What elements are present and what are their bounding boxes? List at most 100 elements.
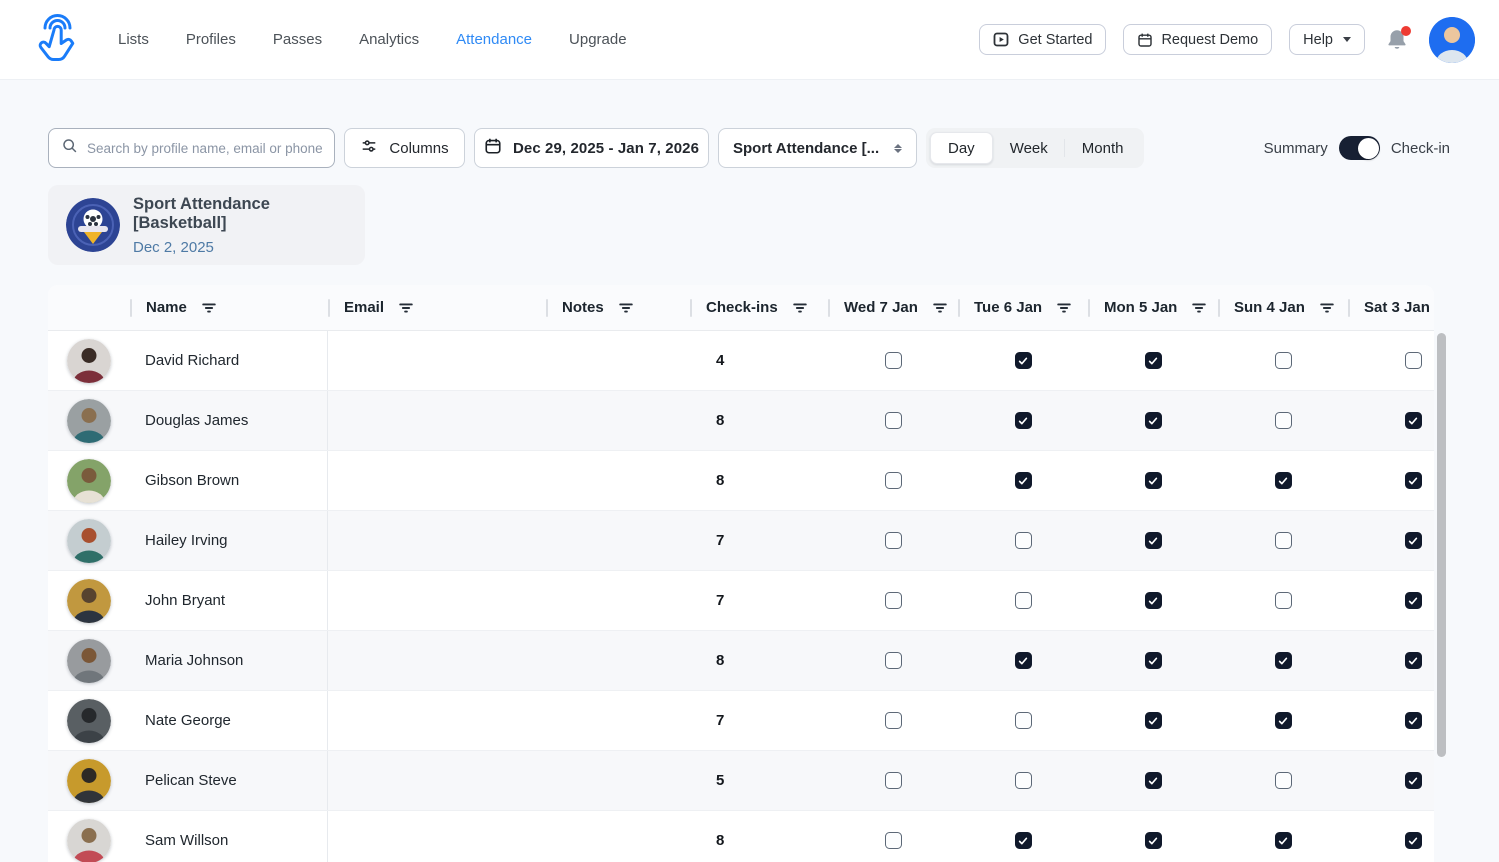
column-header-name[interactable]: Name bbox=[130, 285, 328, 330]
attendance-checkbox-sat-3-jan[interactable] bbox=[1405, 712, 1422, 729]
attendance-checkbox-mon-5-jan[interactable] bbox=[1145, 532, 1162, 549]
nav-item-profiles[interactable]: Profiles bbox=[186, 31, 236, 48]
attendance-checkbox-sat-3-jan[interactable] bbox=[1405, 532, 1422, 549]
attendance-checkbox-sat-3-jan[interactable] bbox=[1405, 832, 1422, 849]
attendance-checkbox-sun-4-jan[interactable] bbox=[1275, 352, 1292, 369]
attendance-checkbox-wed-7-jan[interactable] bbox=[885, 772, 902, 789]
filter-icon[interactable] bbox=[932, 301, 948, 315]
attendance-checkbox-tue-6-jan[interactable] bbox=[1015, 352, 1032, 369]
attendance-checkbox-sat-3-jan[interactable] bbox=[1405, 472, 1422, 489]
attendance-checkbox-sun-4-jan[interactable] bbox=[1275, 712, 1292, 729]
attendance-checkbox-mon-5-jan[interactable] bbox=[1145, 772, 1162, 789]
filter-icon[interactable] bbox=[618, 301, 634, 315]
help-button[interactable]: Help bbox=[1289, 24, 1365, 55]
profile-avatar[interactable] bbox=[67, 699, 111, 743]
attendance-checkbox-tue-6-jan[interactable] bbox=[1015, 532, 1032, 549]
nav-item-upgrade[interactable]: Upgrade bbox=[569, 31, 627, 48]
search-input[interactable] bbox=[87, 141, 322, 156]
attendance-checkbox-tue-6-jan[interactable] bbox=[1015, 712, 1032, 729]
attendance-checkbox-wed-7-jan[interactable] bbox=[885, 652, 902, 669]
attendance-checkbox-tue-6-jan[interactable] bbox=[1015, 412, 1032, 429]
attendance-checkbox-sun-4-jan[interactable] bbox=[1275, 592, 1292, 609]
profile-name[interactable]: Pelican Steve bbox=[130, 751, 328, 810]
attendance-checkbox-tue-6-jan[interactable] bbox=[1015, 652, 1032, 669]
profile-name[interactable]: Nate George bbox=[130, 691, 328, 750]
event-select[interactable]: Sport Attendance [... bbox=[718, 128, 917, 168]
profile-avatar[interactable] bbox=[67, 399, 111, 443]
summary-checkin-switch[interactable] bbox=[1339, 136, 1380, 160]
profile-name[interactable]: Gibson Brown bbox=[130, 451, 328, 510]
user-avatar[interactable] bbox=[1429, 17, 1475, 63]
filter-icon[interactable] bbox=[1191, 301, 1207, 315]
profile-name[interactable]: Douglas James bbox=[130, 391, 328, 450]
filter-icon[interactable] bbox=[398, 301, 414, 315]
columns-button[interactable]: Columns bbox=[344, 128, 465, 168]
attendance-checkbox-mon-5-jan[interactable] bbox=[1145, 592, 1162, 609]
profile-name[interactable]: David Richard bbox=[130, 331, 328, 390]
attendance-checkbox-sun-4-jan[interactable] bbox=[1275, 652, 1292, 669]
attendance-checkbox-sun-4-jan[interactable] bbox=[1275, 772, 1292, 789]
filter-icon[interactable] bbox=[792, 301, 808, 315]
attendance-checkbox-tue-6-jan[interactable] bbox=[1015, 832, 1032, 849]
view-option-day[interactable]: Day bbox=[930, 132, 993, 164]
filter-icon[interactable] bbox=[201, 301, 217, 315]
profile-avatar[interactable] bbox=[67, 519, 111, 563]
attendance-checkbox-wed-7-jan[interactable] bbox=[885, 352, 902, 369]
attendance-checkbox-mon-5-jan[interactable] bbox=[1145, 832, 1162, 849]
nav-item-passes[interactable]: Passes bbox=[273, 31, 322, 48]
column-header-sat-3-jan[interactable]: Sat 3 Jan bbox=[1348, 285, 1434, 330]
attendance-checkbox-sun-4-jan[interactable] bbox=[1275, 532, 1292, 549]
attendance-checkbox-mon-5-jan[interactable] bbox=[1145, 352, 1162, 369]
attendance-checkbox-sat-3-jan[interactable] bbox=[1405, 652, 1422, 669]
attendance-checkbox-tue-6-jan[interactable] bbox=[1015, 472, 1032, 489]
attendance-checkbox-wed-7-jan[interactable] bbox=[885, 412, 902, 429]
app-logo tap-hand-icon[interactable] bbox=[30, 12, 82, 68]
attendance-checkbox-mon-5-jan[interactable] bbox=[1145, 412, 1162, 429]
event-card[interactable]: Sport Attendance [Basketball] Dec 2, 202… bbox=[48, 185, 365, 265]
vertical-scrollbar[interactable] bbox=[1437, 333, 1446, 757]
profile-name[interactable]: John Bryant bbox=[130, 571, 328, 630]
profile-avatar[interactable] bbox=[67, 639, 111, 683]
profile-avatar[interactable] bbox=[67, 339, 111, 383]
nav-item-analytics[interactable]: Analytics bbox=[359, 31, 419, 48]
attendance-checkbox-mon-5-jan[interactable] bbox=[1145, 652, 1162, 669]
column-header-notes[interactable]: Notes bbox=[546, 285, 690, 330]
attendance-checkbox-sat-3-jan[interactable] bbox=[1405, 352, 1422, 369]
attendance-checkbox-tue-6-jan[interactable] bbox=[1015, 772, 1032, 789]
attendance-checkbox-tue-6-jan[interactable] bbox=[1015, 592, 1032, 609]
attendance-checkbox-wed-7-jan[interactable] bbox=[885, 712, 902, 729]
attendance-checkbox-wed-7-jan[interactable] bbox=[885, 592, 902, 609]
attendance-checkbox-sun-4-jan[interactable] bbox=[1275, 832, 1292, 849]
profile-name[interactable]: Sam Willson bbox=[130, 811, 328, 862]
profile-avatar[interactable] bbox=[67, 579, 111, 623]
view-option-week[interactable]: Week bbox=[993, 132, 1065, 164]
profile-avatar[interactable] bbox=[67, 459, 111, 503]
column-header-sun-4-jan[interactable]: Sun 4 Jan bbox=[1218, 285, 1348, 330]
attendance-checkbox-wed-7-jan[interactable] bbox=[885, 472, 902, 489]
attendance-checkbox-sun-4-jan[interactable] bbox=[1275, 472, 1292, 489]
filter-icon[interactable] bbox=[1056, 301, 1072, 315]
attendance-checkbox-mon-5-jan[interactable] bbox=[1145, 472, 1162, 489]
attendance-checkbox-sat-3-jan[interactable] bbox=[1405, 412, 1422, 429]
attendance-checkbox-wed-7-jan[interactable] bbox=[885, 832, 902, 849]
profile-name[interactable]: Maria Johnson bbox=[130, 631, 328, 690]
column-header-checkins[interactable]: Check-ins bbox=[690, 285, 828, 330]
filter-icon[interactable] bbox=[1319, 301, 1335, 315]
attendance-checkbox-sat-3-jan[interactable] bbox=[1405, 772, 1422, 789]
column-header-email[interactable]: Email bbox=[328, 285, 546, 330]
column-header-mon-5-jan[interactable]: Mon 5 Jan bbox=[1088, 285, 1218, 330]
column-header-tue-6-jan[interactable]: Tue 6 Jan bbox=[958, 285, 1088, 330]
profile-name[interactable]: Hailey Irving bbox=[130, 511, 328, 570]
attendance-checkbox-wed-7-jan[interactable] bbox=[885, 532, 902, 549]
attendance-checkbox-mon-5-jan[interactable] bbox=[1145, 712, 1162, 729]
attendance-checkbox-sat-3-jan[interactable] bbox=[1405, 592, 1422, 609]
nav-item-lists[interactable]: Lists bbox=[118, 31, 149, 48]
attendance-checkbox-sun-4-jan[interactable] bbox=[1275, 412, 1292, 429]
column-header-wed-7-jan[interactable]: Wed 7 Jan bbox=[828, 285, 958, 330]
request-demo-button[interactable]: Request Demo bbox=[1123, 24, 1272, 55]
date-range-button[interactable]: Dec 29, 2025 - Jan 7, 2026 bbox=[474, 128, 709, 168]
profile-avatar[interactable] bbox=[67, 759, 111, 803]
get-started-button[interactable]: Get Started bbox=[979, 24, 1106, 55]
view-option-month[interactable]: Month bbox=[1065, 132, 1141, 164]
nav-item-attendance[interactable]: Attendance bbox=[456, 31, 532, 48]
